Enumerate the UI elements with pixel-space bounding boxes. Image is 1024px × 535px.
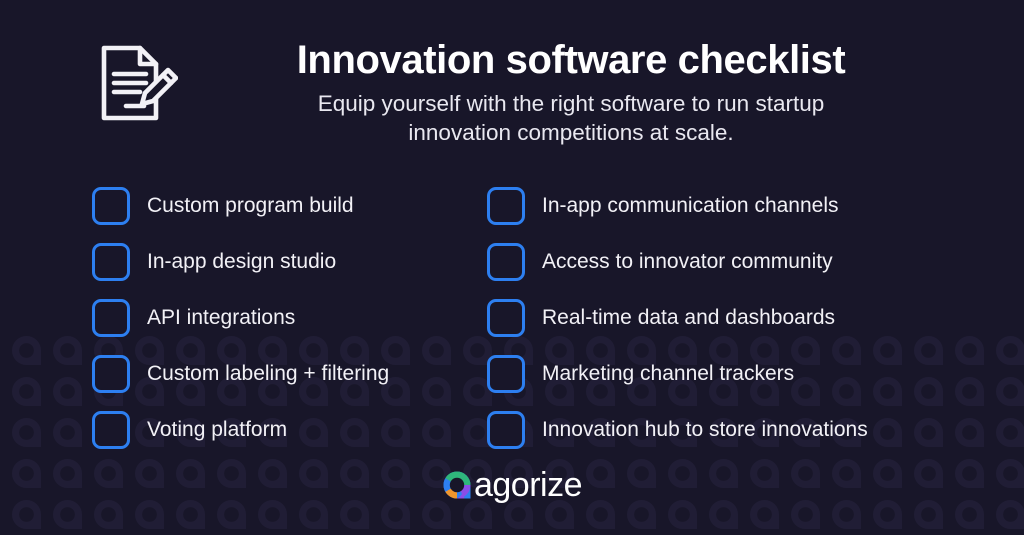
checklist-item-label: Custom labeling + filtering xyxy=(147,362,390,385)
checklist-item[interactable]: Innovation hub to store innovations xyxy=(487,402,957,458)
checklist-item-label: Real-time data and dashboards xyxy=(542,306,836,329)
poster-canvas: Innovation software checklist Equip your… xyxy=(0,0,1024,535)
page-title: Innovation software checklist xyxy=(296,38,846,82)
checklist-item-label: Marketing channel trackers xyxy=(542,362,795,385)
checklist-column-left: Custom program build In-app design studio… xyxy=(92,178,482,458)
checklist-item[interactable]: In-app communication channels xyxy=(487,178,957,234)
checklist-item[interactable]: Access to innovator community xyxy=(487,234,957,290)
checklist-item[interactable]: Voting platform xyxy=(92,402,482,458)
checkbox-icon[interactable] xyxy=(487,299,525,337)
checklist-item[interactable]: In-app design studio xyxy=(92,234,482,290)
checklist-item-label: Voting platform xyxy=(147,418,288,441)
agorize-a-mark-icon xyxy=(443,471,471,499)
checklist-item[interactable]: API integrations xyxy=(92,290,482,346)
checklist-item-label: Innovation hub to store innovations xyxy=(542,418,868,441)
checklist-item[interactable]: Marketing channel trackers xyxy=(487,346,957,402)
header: Innovation software checklist Equip your… xyxy=(0,0,1024,165)
page-subtitle: Equip yourself with the right software t… xyxy=(0,89,1024,147)
checklist-item-label: Access to innovator community xyxy=(542,250,833,273)
subtitle-line-2: innovation competitions at scale. xyxy=(408,120,734,145)
checkbox-icon[interactable] xyxy=(487,187,525,225)
checklist-item-label: In-app communication channels xyxy=(542,194,839,217)
checkbox-icon[interactable] xyxy=(92,243,130,281)
checkbox-icon[interactable] xyxy=(92,187,130,225)
checklist-item[interactable]: Real-time data and dashboards xyxy=(487,290,957,346)
checkbox-icon[interactable] xyxy=(92,355,130,393)
checklist-column-right: In-app communication channels Access to i… xyxy=(487,178,957,458)
logo-wordmark: agorize xyxy=(473,466,583,504)
checklist-item[interactable]: Custom program build xyxy=(92,178,482,234)
checklist-item-label: Custom program build xyxy=(147,194,354,217)
checklist-item-label: In-app design studio xyxy=(147,250,337,273)
checkbox-icon[interactable] xyxy=(487,411,525,449)
checkbox-icon[interactable] xyxy=(92,411,130,449)
checklist-item[interactable]: Custom labeling + filtering xyxy=(92,346,482,402)
checkbox-icon[interactable] xyxy=(487,355,525,393)
subtitle-line-1: Equip yourself with the right software t… xyxy=(317,91,825,116)
checkbox-icon[interactable] xyxy=(92,299,130,337)
checklist-item-label: API integrations xyxy=(147,306,296,329)
brand-logo: agorize xyxy=(0,468,1024,502)
checkbox-icon[interactable] xyxy=(487,243,525,281)
